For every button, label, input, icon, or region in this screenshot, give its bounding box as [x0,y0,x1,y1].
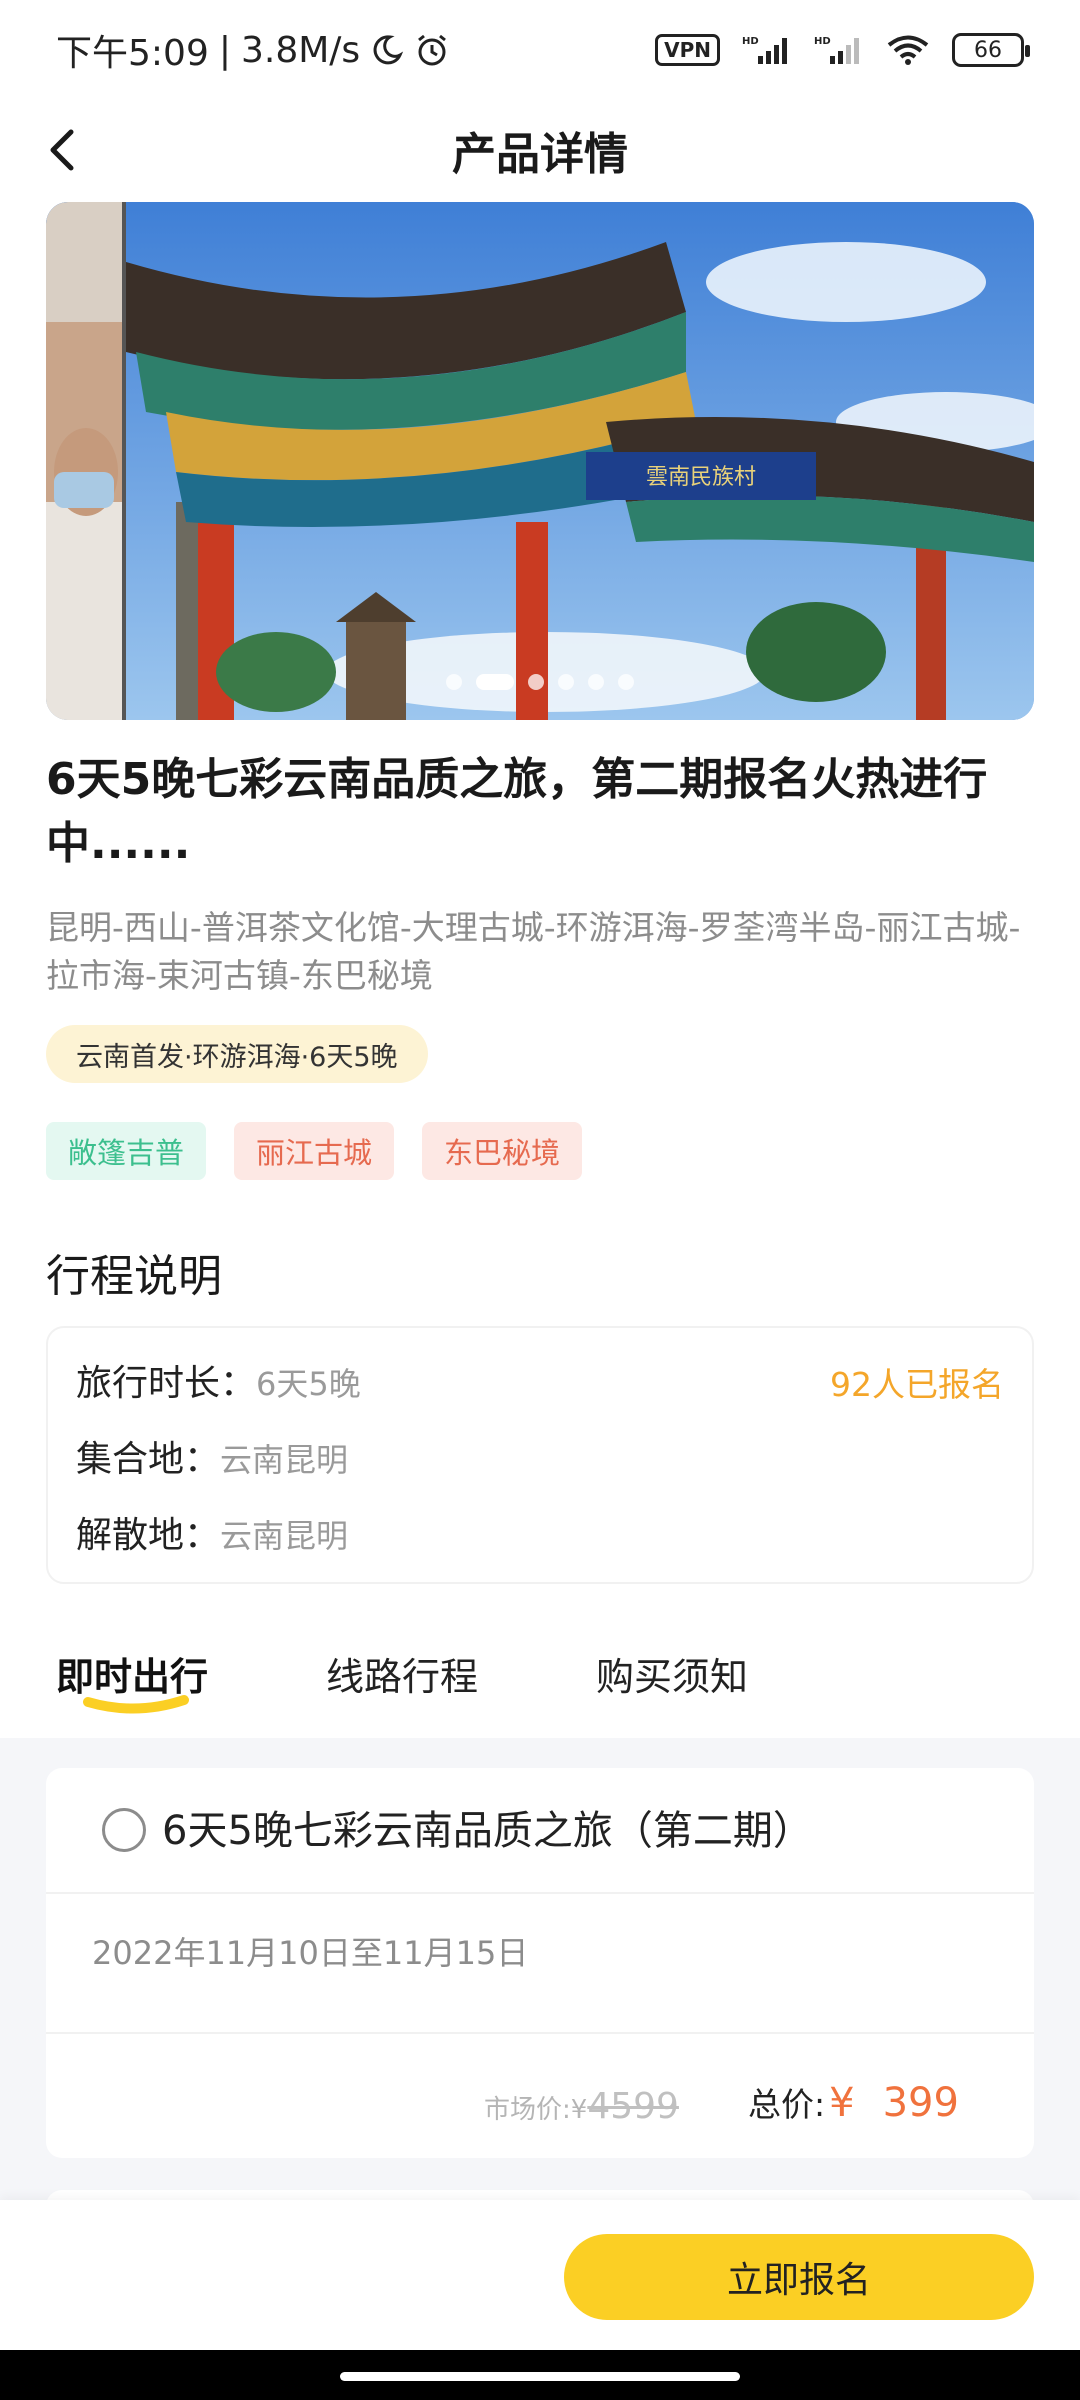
duration-label: 旅行时长： [76,1363,257,1404]
total-price-value: 399 [882,2080,959,2126]
signal-icon: HD [742,34,792,66]
banner-carousel[interactable]: 雲南民族村 [46,202,1034,720]
svg-text:HD: HD [814,36,831,47]
status-divider: | [218,29,231,71]
carousel-dot[interactable] [558,674,574,690]
status-bar: 下午5:09 | 3.8M/s VPN HD HD 66 [0,0,1080,100]
market-price-label: 市场价:¥ [484,2095,588,2125]
trip-option-card[interactable]: 6天5晚七彩云南品质之旅（第二期） 2022年11月10日至11月15日 市场价… [46,1768,1034,2158]
status-right: VPN HD HD 66 [655,33,1030,67]
moon-icon [370,33,404,67]
page-title: 产品详情 [452,129,628,180]
alarm-icon [414,32,450,68]
feature-chips: 敞篷吉普 丽江古城 东巴秘境 [46,1122,583,1180]
divider [46,2032,1034,2034]
total-price: 总价: ¥ 399 [748,2078,959,2126]
back-button[interactable] [32,120,92,180]
total-price-label: 总价: [748,2085,826,2124]
status-left: 下午5:09 | 3.8M/s [56,24,450,76]
carousel-dot[interactable] [528,674,544,690]
vpn-icon: VPN [655,34,720,66]
option-name: 6天5晚七彩云南品质之旅（第二期） [162,1808,813,1854]
battery-icon: 66 [952,33,1030,67]
carousel-dot[interactable] [446,674,462,690]
header: 产品详情 [0,100,1080,200]
meet-row: 集合地： 云南昆明 [76,1430,348,1482]
carousel-dot[interactable] [618,674,634,690]
divider [46,1892,1034,1894]
status-speed: 3.8M/s [240,29,361,71]
product-title: 6天5晚七彩云南品质之旅，第二期报名火热进行中...... [46,754,988,869]
chip-dongba: 东巴秘境 [422,1122,583,1180]
system-nav-bar [0,2350,1080,2400]
option-date: 2022年11月10日至11月15日 [92,1934,529,1972]
banner-image: 雲南民族村 [46,202,1034,720]
carousel-dot[interactable] [588,674,604,690]
duration-value: 6天5晚 [256,1365,361,1403]
product-tag: 云南首发·环游洱海·6天5晚 [46,1025,428,1083]
itinerary-info-card: 旅行时长： 6天5晚 92人已报名 集合地： 云南昆明 解散地： 云南昆明 [46,1326,1034,1584]
dismiss-value: 云南昆明 [220,1517,349,1555]
chevron-left-icon [50,129,74,171]
currency-symbol: ¥ [829,2080,855,2126]
carousel-indicator [46,674,1034,690]
chip-jeep: 敞篷吉普 [46,1122,207,1180]
wifi-icon [886,34,930,66]
chip-lijiang: 丽江古城 [234,1122,395,1180]
tab-route-itinerary[interactable]: 线路行程 [326,1646,478,1701]
tab-bar: 即时出行 线路行程 购买须知 [0,1636,1080,1736]
signup-button[interactable]: 立即报名 [564,2234,1034,2320]
market-price: 市场价:¥ 4599 [484,2086,679,2127]
meet-value: 云南昆明 [220,1441,349,1479]
bottom-action-bar: 立即报名 [0,2200,1080,2350]
banner-sign-text: 雲南民族村 [646,465,756,490]
svg-text:HD: HD [742,36,759,47]
dismiss-label: 解散地： [76,1515,221,1556]
duration-row: 旅行时长： 6天5晚 [76,1354,361,1406]
tab-purchase-notes[interactable]: 购买须知 [596,1646,748,1701]
route-description: 昆明-西山-普洱茶文化馆-大理古城-环游洱海-罗荃湾半岛-丽江古城-拉市海-束河… [46,908,1021,995]
meet-label: 集合地： [76,1439,221,1480]
itinerary-section-title: 行程说明 [46,1251,222,1302]
status-time: 下午5:09 [56,33,209,74]
carousel-dot-active[interactable] [476,674,514,690]
market-price-value: 4599 [587,2086,679,2127]
dismiss-row: 解散地： 云南昆明 [76,1506,348,1558]
signup-count: 92人已报名 [830,1365,1004,1404]
home-indicator[interactable] [340,2372,740,2381]
active-tab-indicator [83,1695,189,1714]
signal-icon-2: HD [814,34,864,66]
option-radio[interactable] [102,1808,146,1852]
